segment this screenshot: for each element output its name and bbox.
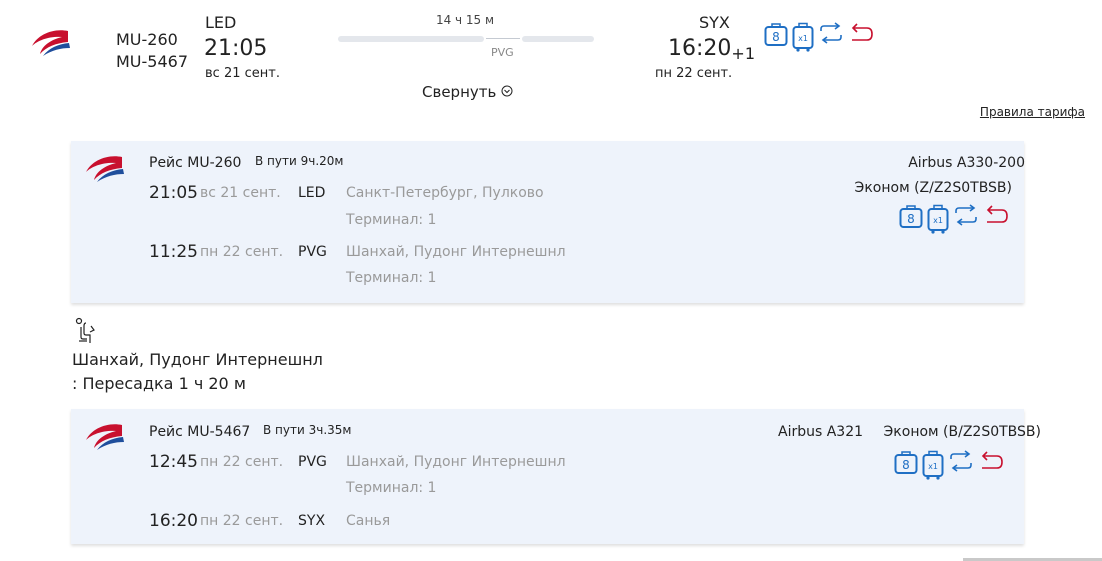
segment-2-dep-terminal: Терминал: 1 [346,480,437,496]
segment-1-service-icons: 8 x1 [899,204,1009,234]
timeline-bar-right [522,36,594,42]
segment-1-arr-time: 11:25 [149,242,198,262]
origin-date: вс 21 сент. [205,66,280,81]
destination-time: 16:20 [668,36,732,61]
exchange-icon [950,450,972,472]
destination-iata: SYX [699,13,730,32]
collapse-toggle[interactable]: Свернуть [422,83,513,101]
segment-1-airline-logo [82,152,126,196]
segment-1-dep-date: вс 21 сент. [200,185,281,201]
checked-baggage-count: x1 [798,34,808,43]
segment-2-arr-airport: Санья [346,513,391,529]
transfer-airport: Шанхай, Пудонг Интернешнл [72,350,323,369]
segment-1-dep-iata: LED [298,185,326,201]
fare-rules-link[interactable]: Правила тарифа [980,105,1085,119]
checked-baggage-icon: x1 [792,22,814,52]
segment-1-arr-date: пн 22 сент. [200,244,284,260]
waiting-seat-icon [74,317,96,349]
plus-day: +1 [731,44,755,63]
segment-2-dep-iata: PVG [298,454,327,470]
segment-1-dep-time: 21:05 [149,183,198,203]
segment-1-dep-terminal: Терминал: 1 [346,212,437,228]
segment-2-airline-logo [82,420,126,464]
segment-2-title: Рейс MU-5467 [149,424,251,440]
transfer-airport-code: PVG [491,46,514,59]
total-duration: 14 ч 15 м [435,13,495,27]
segment-2-dep-date: пн 22 сент. [200,454,284,470]
airline-logo [28,26,72,70]
destination-date: пн 22 сент. [655,66,733,81]
segment-1-cabin-class: Эконом (Z/Z2S0TBSB) [854,180,1012,196]
checked-baggage-count: x1 [928,462,938,471]
cabin-baggage-count: 8 [902,458,910,472]
segment-2-aircraft: Airbus A321 [778,424,864,440]
destination-time-group: 16:20+1 [668,36,755,63]
flight-number-1: MU-260 [116,30,178,49]
exchange-icon [820,22,842,44]
segment-1-duration: В пути 9ч.20м [255,154,344,168]
cabin-baggage-icon: 8 [764,23,788,46]
segment-1-aircraft: Airbus A330-200 [908,155,1025,171]
origin-iata: LED [205,13,237,32]
summary-service-icons: 8 x1 [764,22,874,52]
segment-2-duration: В пути 3ч.35м [263,423,352,437]
transfer-duration: : Пересадка 1 ч 20 м [72,374,246,393]
exchange-icon [955,204,977,226]
refund-icon [851,23,873,41]
refund-icon [986,205,1008,223]
checked-baggage-icon: x1 [927,204,949,234]
refund-icon [981,451,1003,469]
segment-2-service-icons: 8 x1 [894,450,1004,480]
segment-1-title: Рейс MU-260 [149,155,242,171]
cabin-baggage-count: 8 [772,30,780,44]
segment-2-arr-time: 16:20 [149,511,198,531]
segment-2-dep-time: 12:45 [149,452,198,472]
timeline-bar-left [338,36,484,42]
origin-time: 21:05 [204,36,268,61]
collapse-label: Свернуть [422,83,497,101]
cabin-baggage-count: 8 [907,212,915,226]
segment-2-dep-airport: Шанхай, Пудонг Интернешнл [346,454,566,470]
segment-1-arr-terminal: Терминал: 1 [346,270,437,286]
chevron-down-circle-icon [501,85,513,97]
segment-1-dep-airport: Санкт-Петербург, Пулково [346,185,544,201]
segment-2-arr-date: пн 22 сент. [200,513,284,529]
segment-1-arr-iata: PVG [298,244,327,260]
segment-2-arr-iata: SYX [298,513,326,529]
cabin-baggage-icon: 8 [894,451,918,474]
checked-baggage-icon: x1 [922,450,944,480]
timeline-connector [486,38,520,39]
flight-number-2: MU-5467 [116,52,189,71]
checked-baggage-count: x1 [933,216,943,225]
segment-2-cabin-class: Эконом (B/Z2S0TBSB) [883,424,1041,440]
cabin-baggage-icon: 8 [899,205,923,228]
segment-1-arr-airport: Шанхай, Пудонг Интернешнл [346,244,566,260]
